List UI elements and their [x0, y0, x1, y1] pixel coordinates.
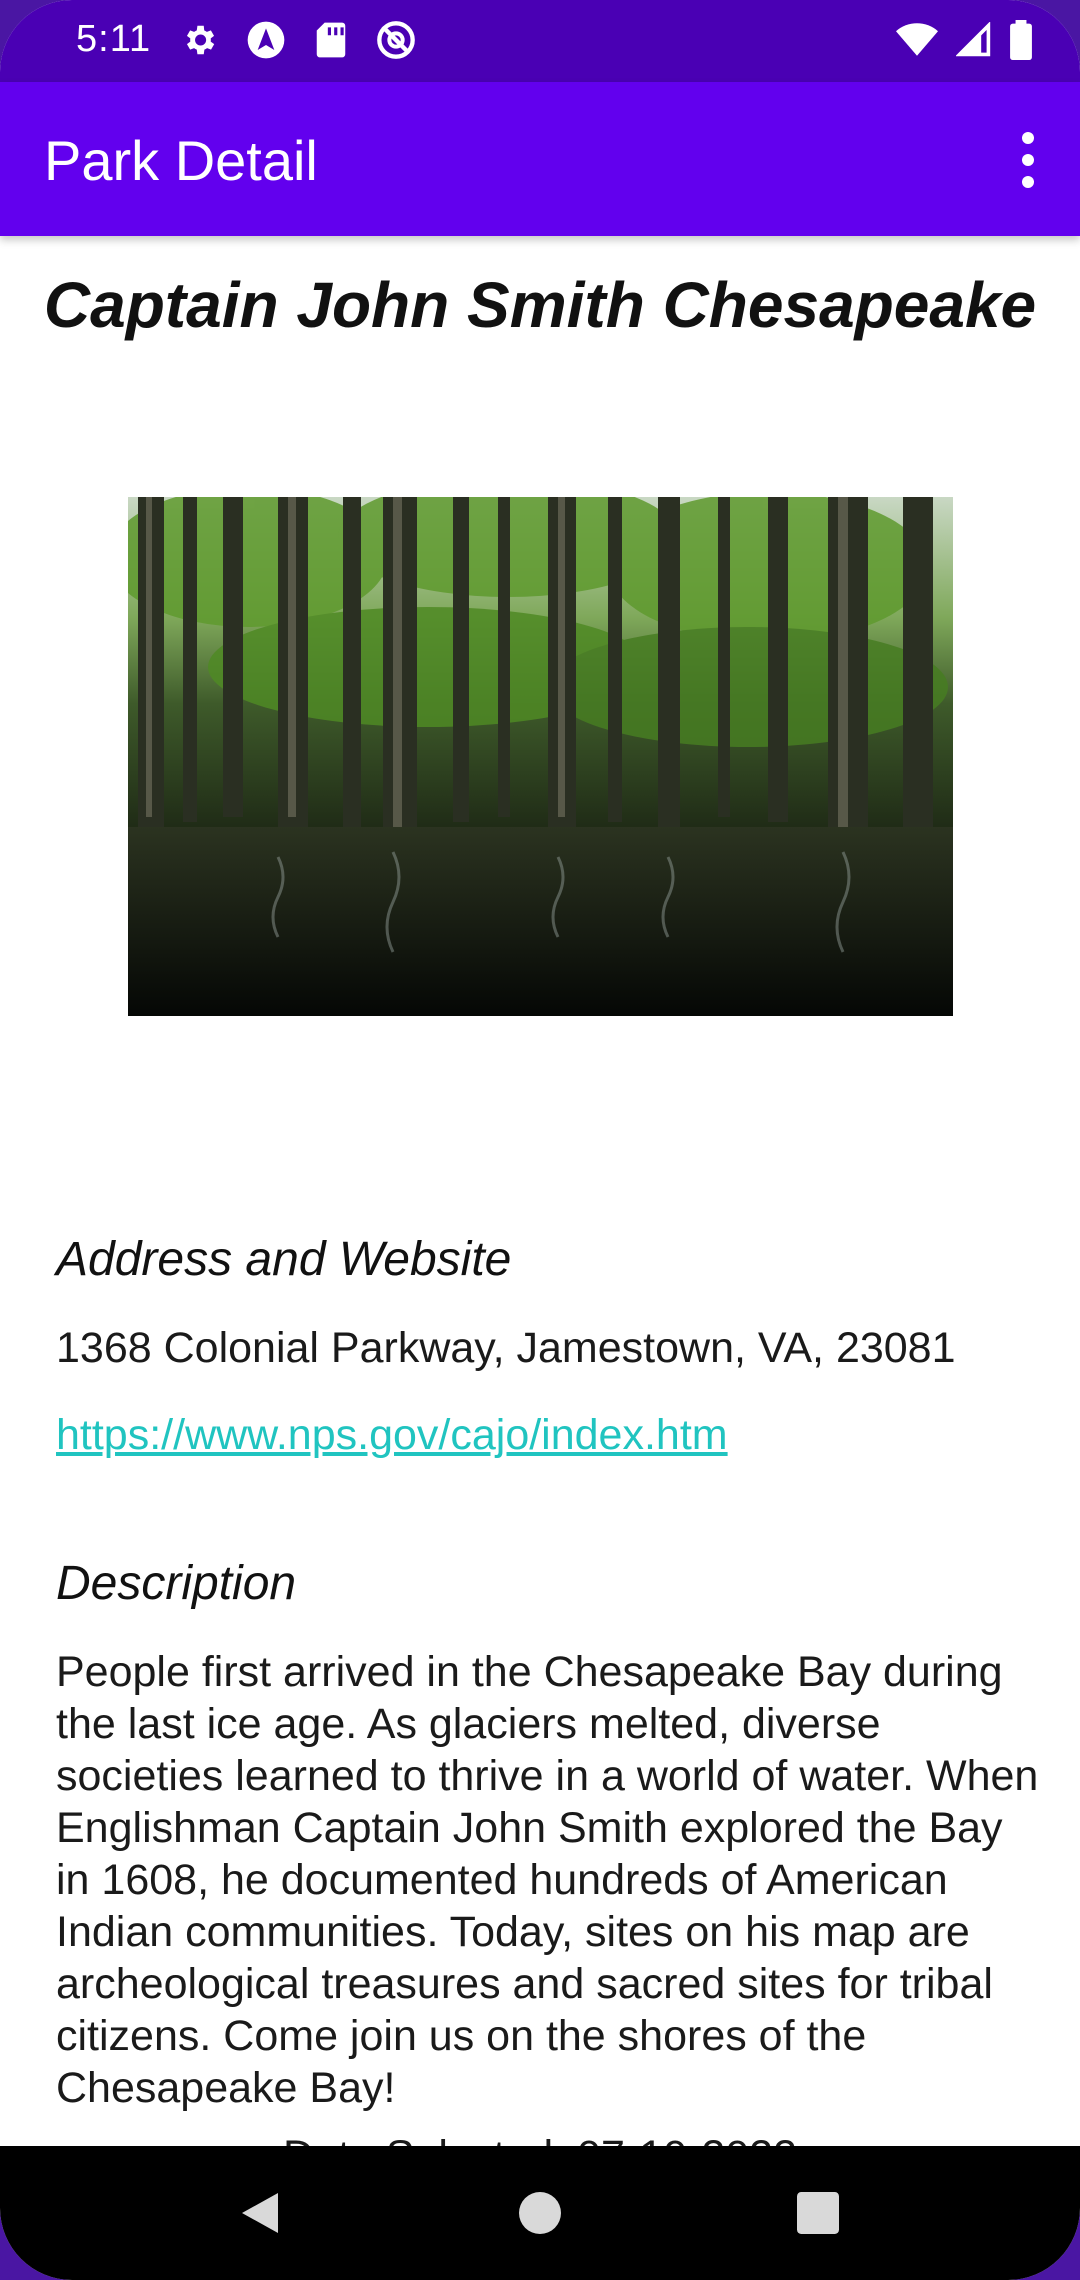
battery-icon [1010, 20, 1032, 65]
park-name: Captain John Smith Chesapeake [43, 269, 1037, 341]
description-heading: Description [56, 1557, 297, 1610]
status-icons [180, 20, 416, 65]
page-title: Park Detail [44, 129, 318, 192]
status-time: 5:11 [76, 18, 152, 60]
park-detail-content[interactable]: Captain John Smith Chesapeake Address an… [0, 236, 1080, 2146]
sd-card-icon [314, 21, 348, 64]
wifi-icon [896, 22, 938, 63]
navigation-bar [0, 2146, 1080, 2280]
address-heading: Address and Website [56, 1233, 512, 1286]
screen: 5:11 Park Detail Captain John Smith Ches… [0, 0, 1080, 2280]
park-description: People first arrived in the Chesapeake B… [56, 1648, 1039, 2112]
do-not-disturb-icon [376, 20, 416, 65]
home-icon[interactable] [480, 2146, 600, 2280]
back-icon[interactable] [200, 2146, 320, 2280]
settings-icon [180, 21, 218, 64]
park-image [128, 497, 953, 1016]
nav-arrow-icon [246, 20, 286, 65]
status-right-icons [896, 20, 1032, 65]
app-bar: Park Detail [0, 82, 1080, 236]
park-address: 1368 Colonial Parkway, Jamestown, VA, 23… [56, 1324, 956, 1372]
recents-icon[interactable] [758, 2146, 878, 2280]
date-selected: Date Selected: 07-10-2022 [0, 2132, 1080, 2146]
status-bar: 5:11 [0, 0, 1080, 82]
signal-icon [955, 21, 992, 63]
more-vert-icon[interactable] [998, 122, 1058, 198]
park-website-link[interactable]: https://www.nps.gov/cajo/index.htm [56, 1411, 728, 1460]
